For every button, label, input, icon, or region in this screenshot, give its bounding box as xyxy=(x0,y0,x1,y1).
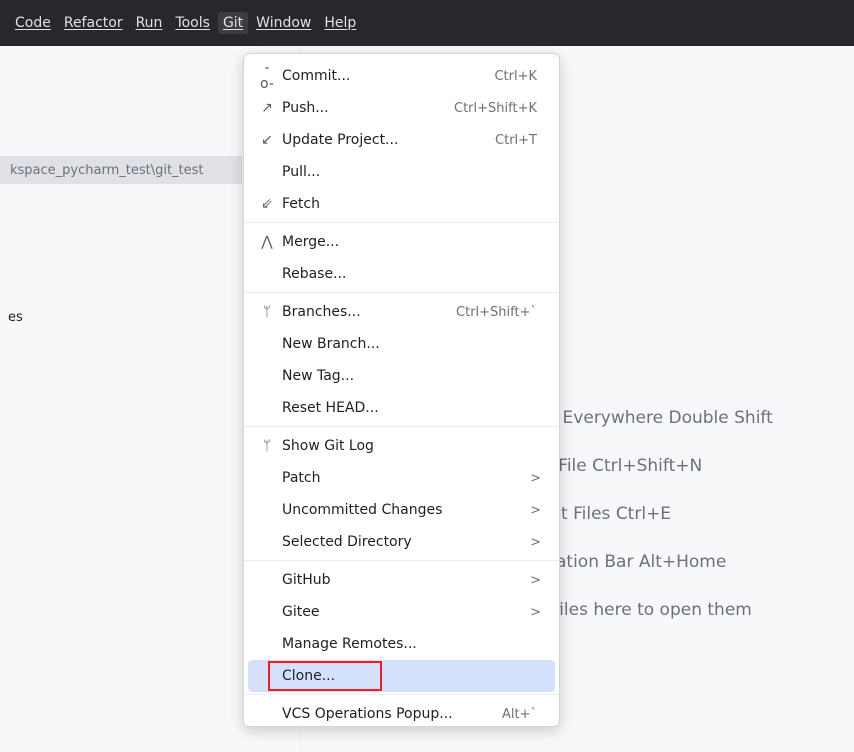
menu-tools[interactable]: Tools xyxy=(170,12,215,34)
menu-separator xyxy=(244,222,559,223)
menu-code[interactable]: Code xyxy=(10,12,56,34)
menu-item-vcs-operations-popup[interactable]: VCS Operations Popup... Alt+` xyxy=(244,698,559,730)
merge-icon: ⋀ xyxy=(261,234,273,250)
menu-item-pull[interactable]: Pull... xyxy=(244,156,559,188)
chevron-right-icon: > xyxy=(530,470,541,486)
menu-item-merge[interactable]: ⋀ Merge... xyxy=(244,226,559,258)
menu-separator xyxy=(244,560,559,561)
menu-item-fetch[interactable]: ⇙ Fetch xyxy=(244,188,559,220)
project-tree-label[interactable]: es xyxy=(8,310,23,325)
chevron-right-icon: > xyxy=(530,502,541,518)
menu-separator xyxy=(244,694,559,695)
menu-refactor[interactable]: Refactor xyxy=(59,12,128,34)
fetch-icon: ⇙ xyxy=(261,196,273,212)
menu-item-branches[interactable]: ᛘ Branches... Ctrl+Shift+` xyxy=(244,296,559,328)
menu-item-show-git-log[interactable]: ᛘ Show Git Log xyxy=(244,430,559,462)
menu-window[interactable]: Window xyxy=(251,12,316,34)
menu-item-reset-head[interactable]: Reset HEAD... xyxy=(244,392,559,424)
menu-item-new-branch[interactable]: New Branch... xyxy=(244,328,559,360)
menu-help[interactable]: Help xyxy=(319,12,361,34)
main-menu-bar: Code Refactor Run Tools Git Window Help xyxy=(0,0,854,46)
branch-icon: ᛘ xyxy=(262,304,272,320)
menu-item-new-tag[interactable]: New Tag... xyxy=(244,360,559,392)
branch-icon: ᛘ xyxy=(262,438,272,454)
git-menu: -o- Commit... Ctrl+K ↗ Push... Ctrl+Shif… xyxy=(243,53,560,727)
chevron-right-icon: > xyxy=(530,572,541,588)
menu-item-clone[interactable]: Clone... xyxy=(248,660,555,692)
menu-item-uncommitted-changes[interactable]: Uncommitted Changes > xyxy=(244,494,559,526)
menu-item-github[interactable]: GitHub > xyxy=(244,564,559,596)
project-path[interactable]: kspace_pycharm_test\git_test xyxy=(0,156,242,184)
menu-item-manage-remotes[interactable]: Manage Remotes... xyxy=(244,628,559,660)
menu-git[interactable]: Git xyxy=(217,12,249,34)
commit-icon: -o- xyxy=(260,60,274,92)
menu-item-push[interactable]: ↗ Push... Ctrl+Shift+K xyxy=(244,92,559,124)
chevron-right-icon: > xyxy=(530,534,541,550)
menu-item-update-project[interactable]: ↙ Update Project... Ctrl+T xyxy=(244,124,559,156)
menu-separator xyxy=(244,292,559,293)
menu-item-selected-directory[interactable]: Selected Directory > xyxy=(244,526,559,558)
push-icon: ↗ xyxy=(261,100,273,116)
chevron-right-icon: > xyxy=(530,604,541,620)
menu-item-gitee[interactable]: Gitee > xyxy=(244,596,559,628)
menu-item-rebase[interactable]: Rebase... xyxy=(244,258,559,290)
menu-item-commit[interactable]: -o- Commit... Ctrl+K xyxy=(244,60,559,92)
menu-item-patch[interactable]: Patch > xyxy=(244,462,559,494)
menu-run[interactable]: Run xyxy=(131,12,168,34)
update-icon: ↙ xyxy=(261,132,273,148)
menu-separator xyxy=(244,426,559,427)
